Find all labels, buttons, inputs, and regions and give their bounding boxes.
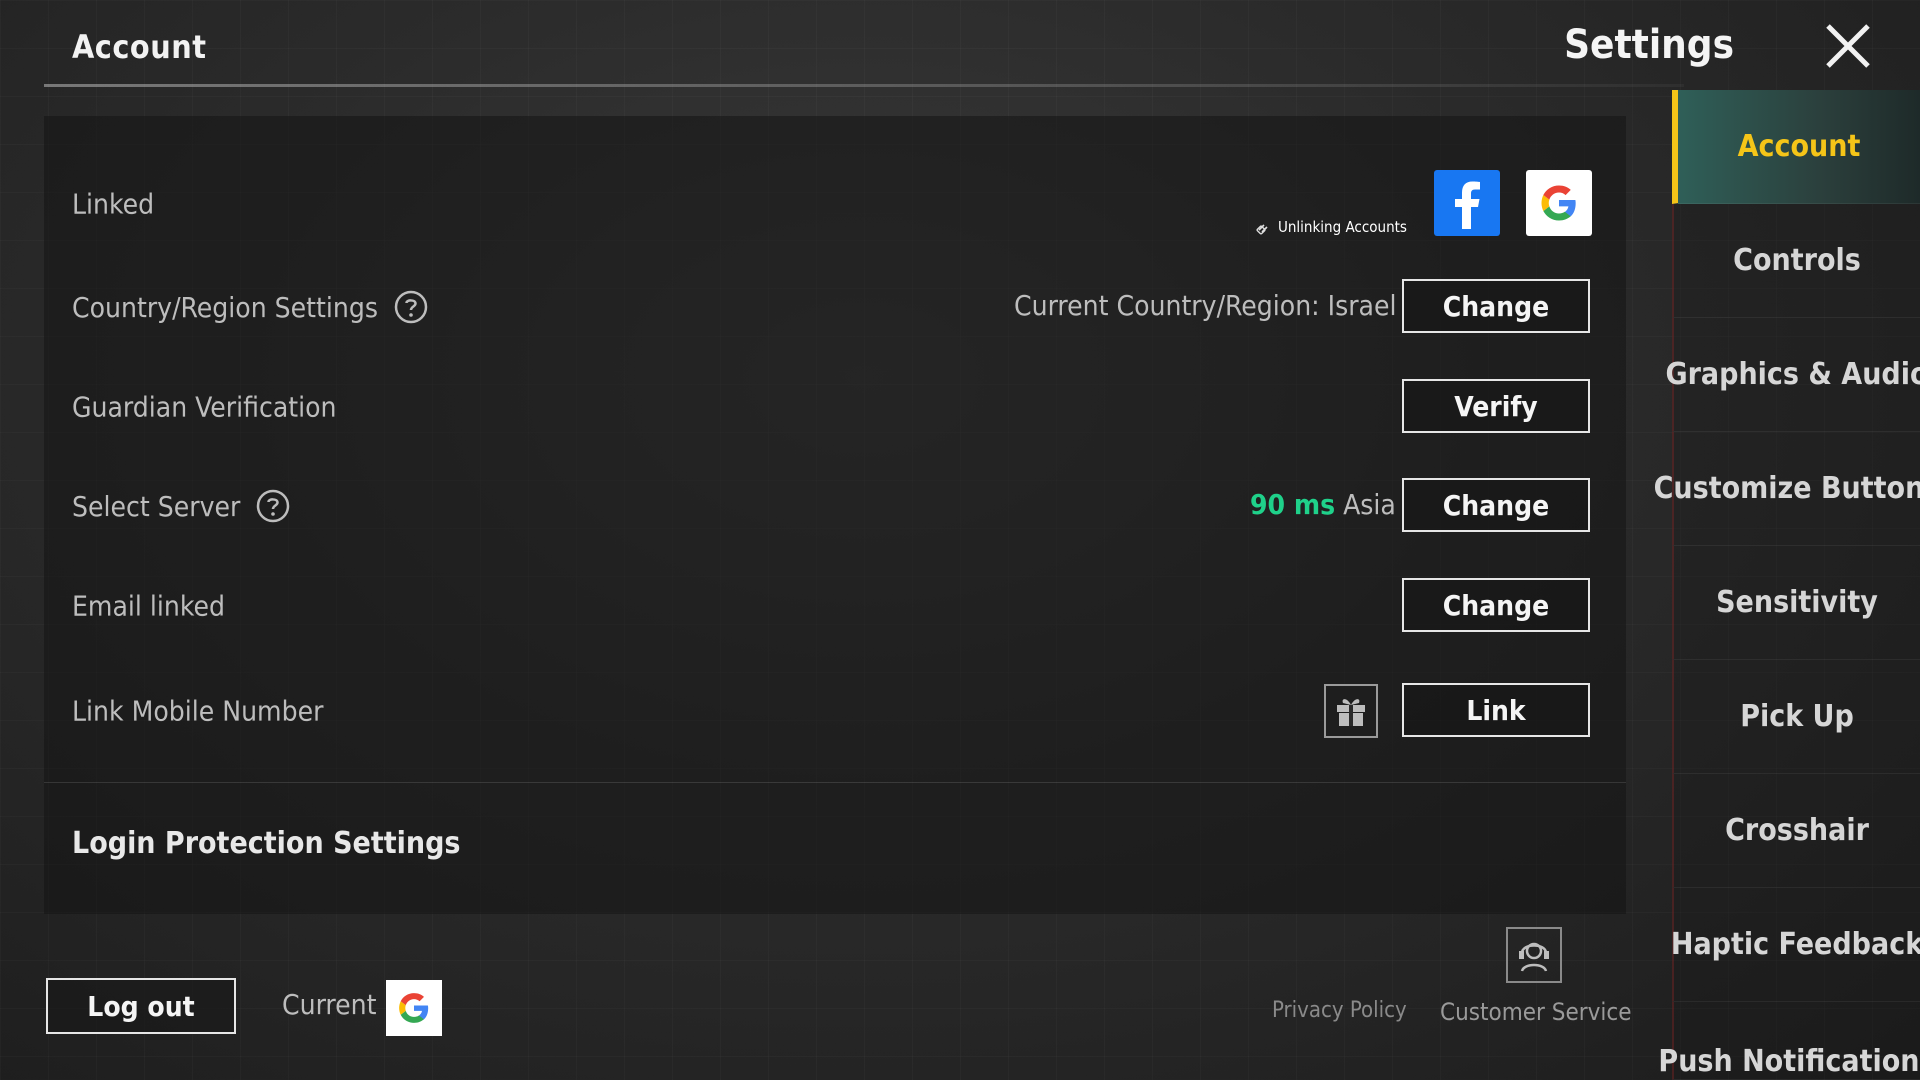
sidebar-item-sensitivity[interactable]: Sensitivity (1672, 546, 1920, 660)
email-linked-label: Email linked (72, 590, 225, 623)
privacy-policy-link[interactable]: Privacy Policy (1272, 998, 1407, 1023)
current-country-text: Current Country/Region: Israel (1014, 289, 1397, 322)
settings-sidebar: Account Controls Graphics & Audio Custom… (1654, 90, 1920, 1080)
server-ping: 90 ms (1250, 488, 1336, 521)
linked-row: Linked Unlinking Accounts (44, 164, 1626, 244)
current-login-label: Current (282, 988, 377, 1021)
link-mobile-button[interactable]: Link (1402, 683, 1590, 737)
sidebar-item-account[interactable]: Account (1672, 90, 1920, 204)
gift-icon (1337, 699, 1365, 726)
headset-icon (1519, 942, 1549, 972)
country-region-label-text: Country/Region Settings (72, 290, 379, 324)
sidebar-item-controls[interactable]: Controls (1672, 204, 1920, 318)
change-country-button[interactable]: Change (1402, 279, 1590, 333)
sidebar-item-customize-buttons[interactable]: Customize Buttons (1654, 432, 1920, 546)
select-server-row: Select Server 90 ms Asia Change (44, 466, 1626, 546)
unlinking-accounts-link[interactable]: Unlinking Accounts (1256, 218, 1407, 236)
email-linked-label-text: Email linked (72, 589, 225, 623)
change-server-button[interactable]: Change (1402, 478, 1590, 532)
sidebar-item-pick-up[interactable]: Pick Up (1672, 660, 1920, 774)
current-login-provider (386, 980, 442, 1036)
sidebar-item-haptic-feedback[interactable]: Haptic Feedback (1671, 888, 1920, 1002)
guardian-verification-label: Guardian Verification (72, 391, 337, 424)
settings-title: Settings (1564, 22, 1734, 68)
account-panel: Linked Unlinking Accounts Country/Region… (44, 116, 1626, 914)
google-link-button[interactable] (1526, 170, 1592, 236)
logout-button[interactable]: Log out (46, 978, 236, 1034)
verify-button[interactable]: Verify (1402, 379, 1590, 433)
country-region-row: Country/Region Settings Current Country/… (44, 267, 1626, 347)
login-protection-settings[interactable]: Login Protection Settings (72, 826, 460, 861)
close-button[interactable] (1820, 18, 1876, 74)
guardian-verification-label-text: Guardian Verification (72, 390, 337, 424)
header-divider (44, 84, 1684, 87)
linked-label: Linked (72, 188, 154, 221)
unlinking-accounts-text: Unlinking Accounts (1278, 218, 1407, 236)
page-title: Account (72, 28, 207, 66)
email-linked-row: Email linked Change (44, 566, 1626, 646)
close-icon (1826, 24, 1870, 68)
select-server-label-text: Select Server (72, 489, 241, 523)
guardian-verification-row: Guardian Verification Verify (44, 367, 1626, 447)
link-mobile-row: Link Mobile Number Link (44, 671, 1626, 751)
sidebar-item-graphics-audio[interactable]: Graphics & Audio (1665, 318, 1920, 432)
help-icon[interactable] (394, 290, 428, 324)
help-icon[interactable] (256, 489, 290, 523)
gift-reward-button[interactable] (1324, 684, 1378, 738)
select-server-label: Select Server (72, 489, 290, 523)
facebook-link-button[interactable] (1434, 170, 1500, 236)
server-region: Asia (1343, 488, 1396, 521)
section-divider (44, 782, 1626, 783)
facebook-icon (1455, 181, 1480, 229)
unlink-icon (1256, 224, 1268, 235)
country-region-label: Country/Region Settings (72, 290, 428, 324)
google-icon (399, 993, 429, 1023)
server-status: 90 ms Asia (1250, 488, 1396, 521)
google-icon (1541, 185, 1576, 221)
link-mobile-label: Link Mobile Number (72, 695, 323, 728)
customer-service-button[interactable] (1506, 927, 1562, 983)
sidebar-item-crosshair[interactable]: Crosshair (1672, 774, 1920, 888)
link-mobile-label-text: Link Mobile Number (72, 694, 324, 728)
change-email-button[interactable]: Change (1402, 578, 1590, 632)
customer-service-label[interactable]: Customer Service (1440, 998, 1632, 1026)
linked-label-text: Linked (72, 187, 155, 221)
sidebar-item-push-notifications[interactable]: Push Notifications (1658, 1002, 1920, 1080)
